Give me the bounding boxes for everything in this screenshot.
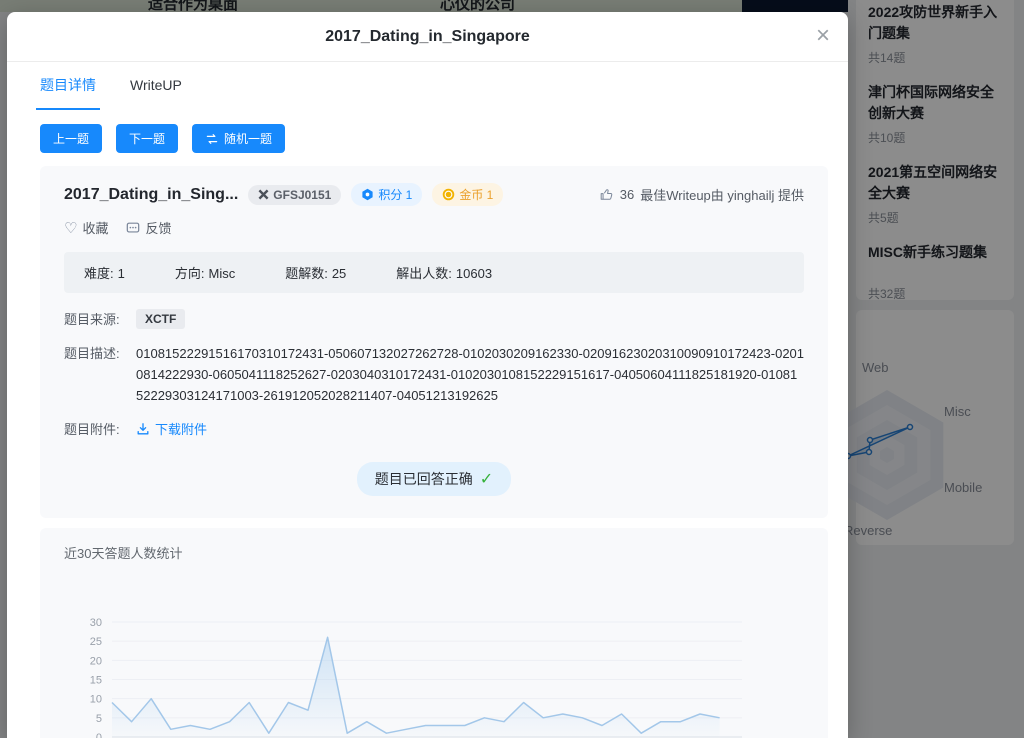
check-icon: ✓: [480, 469, 493, 489]
random-question-button[interactable]: 随机一题: [192, 124, 285, 153]
answered-text: 题目已回答正确: [375, 469, 473, 489]
feedback-bubble-icon: [126, 221, 140, 235]
source-tag: XCTF: [136, 309, 185, 329]
modal-header: 2017_Dating_in_Singapore ×: [7, 12, 848, 62]
trend-chart-card: 近30天答题人数统计 05101520253006-1606-2206-2807…: [40, 528, 828, 738]
question-title-row: 2017_Dating_in_Sing... GFSJ0151 积分 1: [64, 183, 804, 206]
description-text: 01081522291516170310172431-0506071320272…: [136, 343, 804, 406]
svg-text:10: 10: [90, 694, 102, 706]
stat-category: 方向:Misc: [171, 263, 235, 282]
question-code-badge: GFSJ0151: [248, 185, 341, 205]
favorite-label: 收藏: [82, 218, 108, 237]
download-attachment-link[interactable]: 下载附件: [136, 419, 207, 438]
question-card: 2017_Dating_in_Sing... GFSJ0151 积分 1: [40, 166, 828, 518]
svg-text:20: 20: [90, 655, 102, 667]
answered-row: 题目已回答正确 ✓: [64, 462, 804, 496]
writeup-meta: 36 最佳Writeup由 yinghailj 提供: [599, 185, 804, 204]
prev-question-button[interactable]: 上一题: [40, 124, 102, 153]
stat-writeups: 题解数:25: [281, 263, 346, 282]
stat-difficulty: 难度:1: [80, 263, 125, 282]
favorite-button[interactable]: ♡ 收藏: [64, 218, 108, 237]
coin-badge: 金币 1: [432, 183, 503, 206]
modal-tabs: 题目详情 WriteUP: [7, 62, 848, 110]
likes-count: 36: [620, 187, 634, 202]
feedback-label: 反馈: [145, 218, 171, 237]
svg-text:0: 0: [96, 732, 102, 738]
question-description-row: 题目描述: 01081522291516170310172431-0506071…: [64, 343, 804, 406]
svg-text:15: 15: [90, 675, 102, 687]
score-badge-label: 积分 1: [378, 186, 412, 203]
next-question-button[interactable]: 下一题: [116, 124, 178, 153]
description-label: 题目描述:: [64, 343, 136, 362]
screen: 适合作为桌面 心仪的公司 2022攻防世界新手入门题集 共14题 津门杯国际网络…: [0, 0, 1024, 738]
question-stats-strip: 难度:1 方向:Misc 题解数:25 解出人数:10603: [64, 252, 804, 293]
answered-status-badge: 题目已回答正确 ✓: [357, 462, 511, 496]
download-label: 下载附件: [155, 419, 207, 438]
solvers-trend-line-chart: 05101520253006-1606-2206-2807-0407-1007-…: [40, 588, 828, 738]
question-source-row: 题目来源: XCTF: [64, 309, 804, 329]
svg-text:30: 30: [90, 617, 102, 629]
xctf-logo-icon: [258, 189, 269, 200]
random-question-label: 随机一题: [224, 130, 272, 147]
question-code: GFSJ0151: [273, 188, 331, 202]
gold-coin-icon: [442, 188, 455, 201]
thumbs-up-icon[interactable]: [599, 187, 614, 202]
shuffle-icon: [205, 132, 219, 146]
svg-text:25: 25: [90, 636, 102, 648]
tab-question-detail[interactable]: 题目详情: [40, 62, 96, 110]
download-icon: [136, 422, 150, 436]
source-label: 题目来源:: [64, 309, 136, 328]
question-title: 2017_Dating_in_Sing...: [64, 186, 238, 204]
score-badge: 积分 1: [351, 183, 422, 206]
svg-text:5: 5: [96, 713, 102, 725]
writeup-credit: 最佳Writeup由 yinghailj 提供: [640, 185, 804, 204]
feedback-button[interactable]: 反馈: [126, 218, 171, 237]
heart-icon: ♡: [64, 219, 77, 237]
question-attachment-row: 题目附件: 下载附件: [64, 419, 804, 438]
trend-chart-title: 近30天答题人数统计: [64, 543, 828, 562]
question-actions-row: ♡ 收藏 反馈: [64, 218, 804, 237]
challenge-detail-modal: 2017_Dating_in_Singapore × 题目详情 WriteUP …: [7, 12, 848, 738]
attachment-label: 题目附件:: [64, 419, 136, 438]
close-icon[interactable]: ×: [816, 22, 830, 50]
question-nav-row: 上一题 下一题 随机一题: [40, 124, 828, 153]
modal-title: 2017_Dating_in_Singapore: [325, 28, 530, 46]
coin-badge-label: 金币 1: [459, 186, 493, 203]
modal-body: 上一题 下一题 随机一题 2017_Dating_in_Sing...: [7, 110, 848, 738]
stat-solvers: 解出人数:10603: [392, 263, 492, 282]
score-gem-icon: [361, 188, 374, 201]
tab-writeup[interactable]: WriteUP: [130, 62, 182, 110]
